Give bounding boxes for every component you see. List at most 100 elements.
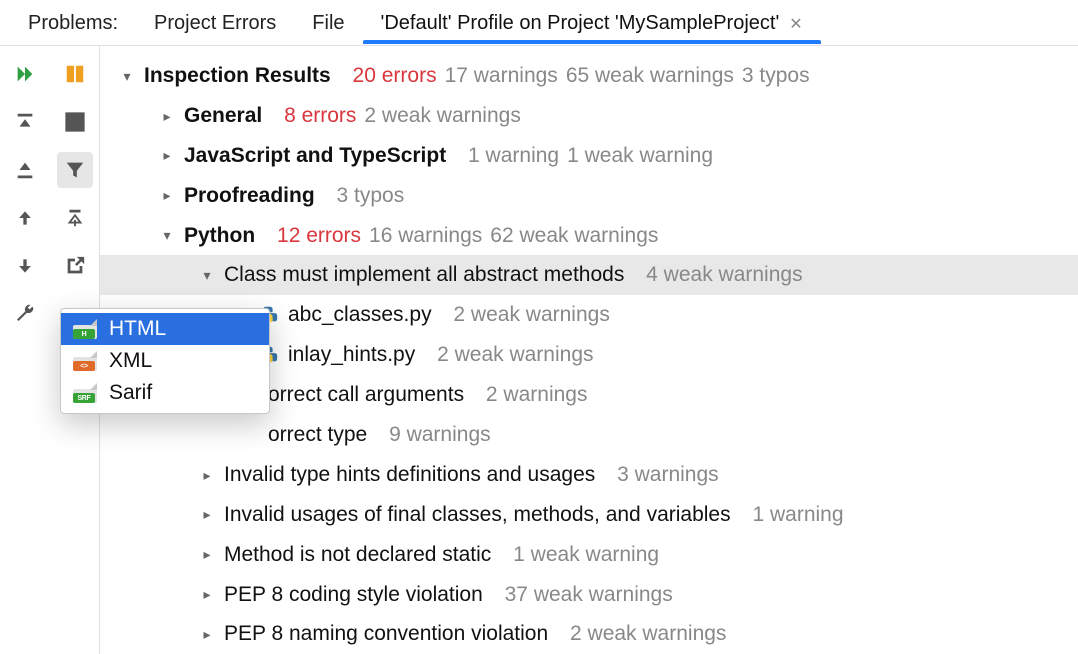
next-button[interactable] (7, 248, 43, 284)
tab-bar: Problems: Project Errors File 'Default' … (0, 0, 1078, 46)
pep8c-label: PEP 8 coding style violation (224, 575, 483, 615)
abstract-label: Class must implement all abstract method… (224, 255, 624, 295)
inv-final-label: Invalid usages of final classes, methods… (224, 495, 731, 535)
trunc-b-tail: orrect type (268, 415, 367, 455)
trunc-a-weak: 2 warnings (486, 375, 588, 415)
file2-weak: 2 weak warnings (437, 335, 593, 375)
inv-hints-weak: 3 warnings (617, 455, 719, 495)
chevron-right-icon: ▸ (198, 501, 216, 528)
trunc-a-tail: orrect call arguments (268, 375, 464, 415)
show-structure-button[interactable] (57, 104, 93, 140)
chevron-right-icon: ▸ (158, 142, 176, 169)
structure-icon (64, 111, 86, 133)
python-errors: 12 errors (277, 216, 361, 256)
inv-hints-label: Invalid type hints definitions and usage… (224, 455, 595, 495)
pep8n-label: PEP 8 naming convention violation (224, 614, 548, 654)
tree-proofreading[interactable]: ▸ Proofreading 3 typos (100, 176, 1078, 216)
prev-button[interactable] (7, 200, 43, 236)
root-weak: 65 weak warnings (566, 56, 734, 96)
collapse-all-icon (14, 159, 36, 181)
export-icon (64, 255, 86, 277)
python-weak: 62 weak warnings (490, 216, 658, 256)
arrow-up-icon (15, 208, 35, 228)
popup-xml-label: XML (109, 349, 152, 373)
tab-problems[interactable]: Problems: (10, 2, 136, 43)
tree-js-ts[interactable]: ▸ JavaScript and TypeScript 1 warning 1 … (100, 136, 1078, 176)
jts-weak: 1 weak warning (567, 136, 713, 176)
tree-pep8-coding[interactable]: ▸ PEP 8 coding style violation 37 weak w… (100, 575, 1078, 615)
export-button[interactable] (57, 248, 93, 284)
wrench-icon (14, 303, 36, 325)
general-errors: 8 errors (284, 96, 356, 136)
tree-abstract[interactable]: ▾ Class must implement all abstract meth… (100, 255, 1078, 295)
chevron-right-icon: ▸ (198, 462, 216, 489)
popup-item-html[interactable]: H HTML (61, 313, 269, 345)
popup-html-label: HTML (109, 317, 166, 341)
chevron-down-icon: ▾ (158, 222, 176, 249)
popup-sarif-label: Sarif (109, 381, 152, 405)
proof-label: Proofreading (184, 176, 315, 216)
tab-file[interactable]: File (294, 2, 362, 43)
tree-general[interactable]: ▸ General 8 errors 2 weak warnings (100, 96, 1078, 136)
static-label: Method is not declared static (224, 535, 491, 575)
proof-typos: 3 typos (337, 176, 405, 216)
file2-name: inlay_hints.py (288, 335, 415, 375)
chevron-right-icon: ▸ (198, 621, 216, 648)
arrow-down-icon (15, 256, 35, 276)
group-by-button[interactable] (57, 56, 93, 92)
tree-invalid-hints[interactable]: ▸ Invalid type hints definitions and usa… (100, 455, 1078, 495)
pep8c-weak: 37 weak warnings (505, 575, 673, 615)
export-format-popup: H HTML <> XML SRF Sarif (60, 308, 270, 414)
settings-button[interactable] (7, 296, 43, 332)
chevron-down-icon: ▾ (118, 63, 136, 90)
expand-all-button[interactable] (7, 104, 43, 140)
file1-weak: 2 weak warnings (453, 295, 609, 335)
root-errors: 20 errors (353, 56, 437, 96)
pep8n-weak: 2 weak warnings (570, 614, 726, 654)
general-weak: 2 weak warnings (364, 96, 520, 136)
tab-project-errors-label: Project Errors (154, 12, 276, 35)
filter-button[interactable] (57, 152, 93, 188)
chevron-right-icon: ▸ (158, 103, 176, 130)
tree-trunc-b[interactable]: orrect type 9 warnings (100, 415, 1078, 455)
popup-item-xml[interactable]: <> XML (61, 345, 269, 377)
chevron-right-icon: ▸ (198, 581, 216, 608)
root-label: Inspection Results (144, 56, 331, 96)
play-icon (14, 63, 36, 85)
jts-label: JavaScript and TypeScript (184, 136, 446, 176)
static-weak: 1 weak warning (513, 535, 659, 575)
tree-invalid-final[interactable]: ▸ Invalid usages of final classes, metho… (100, 495, 1078, 535)
tab-project-errors[interactable]: Project Errors (136, 2, 294, 43)
inv-final-weak: 1 warning (752, 495, 843, 535)
tree-static[interactable]: ▸ Method is not declared static 1 weak w… (100, 535, 1078, 575)
tree-root[interactable]: ▾ Inspection Results 20 errors 17 warnin… (100, 56, 1078, 96)
abstract-weak: 4 weak warnings (646, 255, 802, 295)
tab-problems-label: Problems: (28, 12, 118, 35)
tab-profile[interactable]: 'Default' Profile on Project 'MySamplePr… (363, 2, 821, 43)
close-icon[interactable]: ✕ (789, 14, 802, 34)
python-warnings: 16 warnings (369, 216, 482, 256)
xml-file-icon: <> (73, 351, 97, 371)
file1-name: abc_classes.py (288, 295, 432, 335)
general-label: General (184, 96, 262, 136)
collapse-all-button[interactable] (7, 152, 43, 188)
root-typos: 3 typos (742, 56, 810, 96)
expand-all-icon (14, 111, 36, 133)
python-label: Python (184, 216, 255, 256)
tree-pep8-naming[interactable]: ▸ PEP 8 naming convention violation 2 we… (100, 614, 1078, 654)
autoscroll-icon (64, 207, 86, 229)
jts-warnings: 1 warning (468, 136, 559, 176)
root-warnings: 17 warnings (445, 56, 558, 96)
gutter-left-1 (0, 46, 50, 654)
sarif-file-icon: SRF (73, 383, 97, 403)
tree-python[interactable]: ▾ Python 12 errors 16 warnings 62 weak w… (100, 216, 1078, 256)
rerun-button[interactable] (7, 56, 43, 92)
tab-profile-label: 'Default' Profile on Project 'MySamplePr… (381, 12, 780, 35)
trunc-b-weak: 9 warnings (389, 415, 491, 455)
popup-item-sarif[interactable]: SRF Sarif (61, 377, 269, 409)
chevron-right-icon: ▸ (158, 182, 176, 209)
autoscroll-button[interactable] (57, 200, 93, 236)
chevron-down-icon: ▾ (198, 262, 216, 289)
group-icon (64, 63, 86, 85)
html-file-icon: H (73, 319, 97, 339)
